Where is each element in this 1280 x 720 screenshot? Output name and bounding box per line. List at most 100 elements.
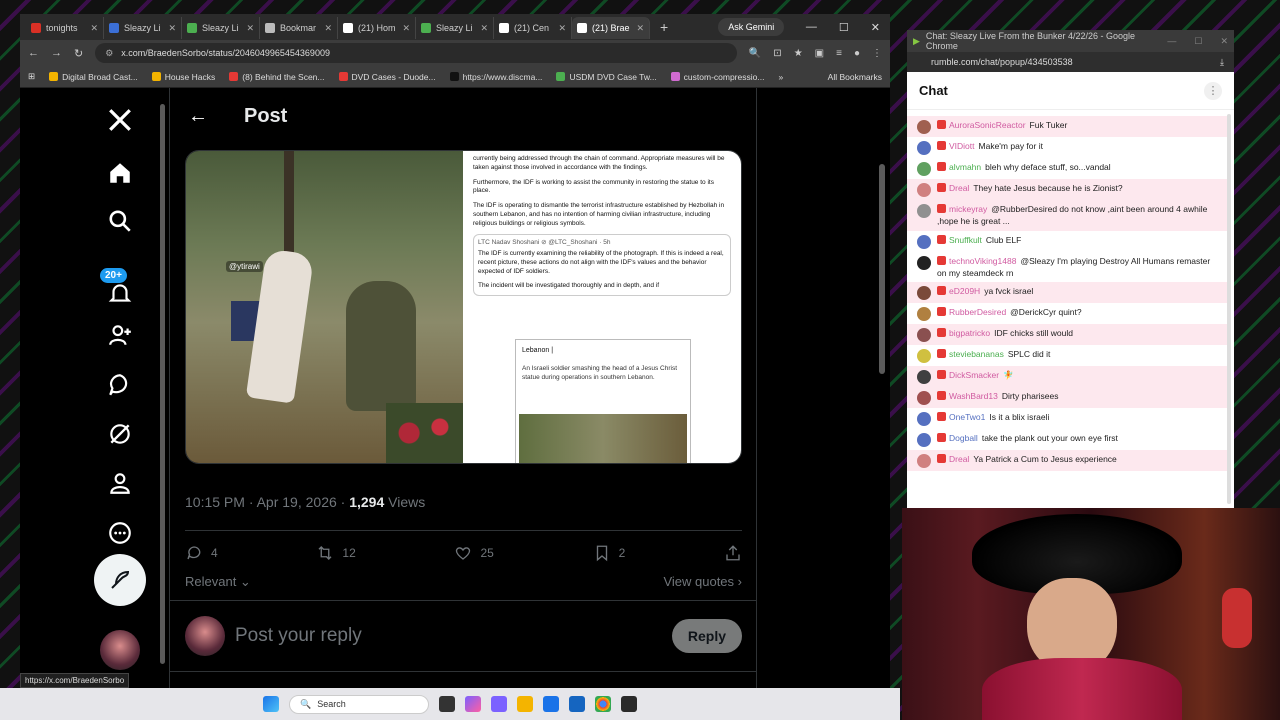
tab-close-icon[interactable]: ✕ [402, 23, 410, 34]
account-avatar[interactable] [100, 630, 140, 670]
obs-icon[interactable] [621, 696, 637, 712]
forward-icon[interactable]: → [51, 47, 62, 59]
like-action[interactable]: 25 [454, 544, 494, 562]
sidebar-icon[interactable]: ▣ [815, 48, 824, 59]
grok-icon[interactable] [98, 412, 142, 456]
chat-username[interactable]: VIDiott [949, 141, 975, 151]
install-icon[interactable]: ⊡ [773, 48, 781, 59]
bookmark-action[interactable]: 2 [593, 544, 625, 562]
chat-avatar[interactable] [917, 120, 931, 134]
share-action[interactable] [724, 544, 742, 562]
chat-avatar[interactable] [917, 412, 931, 427]
reply-action[interactable]: 4 [185, 544, 218, 562]
page-scroll-thumb[interactable] [879, 164, 885, 374]
chat-avatar[interactable] [917, 162, 931, 176]
chat-username[interactable]: DickSmacker [949, 370, 999, 380]
chat-username[interactable]: eD209H [949, 286, 980, 296]
more-circle-icon[interactable] [98, 511, 142, 555]
media-icon[interactable]: ≡ [836, 48, 842, 59]
x-logo-icon[interactable] [98, 98, 142, 142]
site-info-icon[interactable]: ⚙ [105, 48, 113, 59]
taskbar-search[interactable]: 🔍 Search [289, 694, 429, 714]
follow-icon[interactable] [98, 313, 142, 357]
teams-icon[interactable] [491, 696, 507, 712]
task-view-icon[interactable] [439, 696, 455, 712]
reload-icon[interactable]: ↻ [74, 47, 83, 60]
chat-scroll-thumb[interactable] [1227, 114, 1231, 504]
url-field[interactable]: ⚙ x.com/BraedenSorbo/status/204604996545… [95, 43, 737, 63]
edge-icon[interactable] [543, 696, 559, 712]
chat-avatar[interactable] [917, 391, 931, 406]
chat-username[interactable]: WashBard13 [949, 391, 998, 401]
maximize-icon[interactable]: ☐ [839, 21, 849, 34]
chat-username[interactable]: AuroraSonicReactor [949, 120, 1026, 130]
star-icon[interactable]: ★ [794, 48, 803, 59]
back-arrow-icon[interactable]: ← [188, 105, 208, 128]
chat-username[interactable]: RubberDesired [949, 307, 1006, 317]
timestamp-text[interactable]: 10:15 PM · Apr 19, 2026 · [185, 494, 349, 510]
chat-avatar[interactable] [917, 328, 931, 343]
file-explorer-icon[interactable] [517, 696, 533, 712]
tab-close-icon[interactable]: ✕ [480, 23, 488, 34]
repost-action[interactable]: 12 [316, 544, 356, 562]
browser-tab[interactable]: Sleazy Li ✕ [104, 17, 182, 39]
chat-username[interactable]: Dogball [949, 433, 978, 443]
bookmark-item[interactable]: USDM DVD Case Tw... [556, 72, 657, 82]
statue-photo[interactable]: @ytirawi [186, 151, 463, 463]
new-tab-button[interactable]: + [650, 19, 678, 35]
view-quotes-link[interactable]: View quotes › [663, 574, 742, 590]
chat-url[interactable]: rumble.com/chat/popup/434503538 [931, 57, 1073, 67]
left-scrollbar[interactable] [160, 94, 166, 674]
tab-close-icon[interactable]: ✕ [246, 23, 254, 34]
bookmarks-overflow-icon[interactable]: » [778, 72, 783, 82]
reply-input[interactable]: Post your reply [235, 625, 672, 647]
copilot-icon[interactable] [465, 696, 481, 712]
chat-scrollbar[interactable] [1227, 114, 1232, 504]
messages-icon[interactable] [98, 363, 142, 407]
store-icon[interactable] [569, 696, 585, 712]
minimize-icon[interactable]: — [806, 21, 817, 34]
chat-avatar[interactable] [917, 183, 931, 197]
maximize-icon[interactable]: ☐ [1194, 36, 1202, 47]
bookmark-item[interactable]: Digital Broad Cast... [49, 72, 138, 82]
chat-avatar[interactable] [917, 141, 931, 155]
chat-username[interactable]: Dreal [949, 183, 969, 193]
compose-post-button[interactable] [94, 554, 146, 606]
tab-close-icon[interactable]: ✕ [324, 23, 332, 34]
apps-icon[interactable]: ⊞ [28, 71, 35, 82]
bookmark-item[interactable]: (8) Behind the Scen... [229, 72, 325, 82]
chat-avatar[interactable] [917, 234, 931, 249]
chat-avatar[interactable] [917, 433, 931, 448]
browser-tab[interactable]: Bookmar ✕ [260, 17, 338, 39]
home-icon[interactable] [98, 151, 142, 195]
tab-close-icon[interactable]: ✕ [636, 23, 644, 34]
bookmark-item[interactable]: DVD Cases - Duode... [338, 72, 436, 82]
close-icon[interactable]: ✕ [871, 21, 880, 34]
back-icon[interactable]: ← [28, 47, 39, 59]
page-scrollbar[interactable] [879, 94, 886, 684]
chat-avatar[interactable] [917, 307, 931, 322]
chat-avatar[interactable] [917, 454, 931, 469]
menu-icon[interactable]: ⋮ [872, 48, 882, 59]
chat-avatar[interactable] [917, 370, 931, 385]
explore-search-icon[interactable] [98, 199, 142, 243]
chat-username[interactable]: alvmahn [949, 162, 981, 172]
screenshot-text-image[interactable]: currently being addressed through the ch… [463, 151, 741, 463]
tab-close-icon[interactable]: ✕ [558, 23, 566, 34]
chat-avatar[interactable] [917, 286, 931, 301]
tab-close-icon[interactable]: ✕ [168, 23, 176, 34]
download-icon[interactable]: ⤓ [1220, 57, 1224, 68]
chat-menu-icon[interactable]: ⋮ [1204, 81, 1222, 100]
profile-icon[interactable]: ● [854, 48, 860, 59]
post-media[interactable]: @ytirawi currently being addressed throu… [185, 150, 742, 464]
minimize-icon[interactable]: — [1167, 36, 1176, 47]
chat-username[interactable]: technoViking1488 [949, 256, 1016, 266]
browser-tab[interactable]: Sleazy Li ✕ [182, 17, 260, 39]
chat-username[interactable]: Dreal [949, 454, 969, 464]
browser-tab[interactable]: (21) Cen ✕ [494, 17, 572, 39]
browser-tab[interactable]: (21) Hom ✕ [338, 17, 416, 39]
zoom-icon[interactable]: 🔍 [749, 48, 761, 59]
sort-dropdown[interactable]: Relevant ⌄ [185, 574, 251, 590]
bookmark-item[interactable]: custom-compressio... [670, 72, 764, 82]
chat-avatar[interactable] [917, 204, 931, 218]
